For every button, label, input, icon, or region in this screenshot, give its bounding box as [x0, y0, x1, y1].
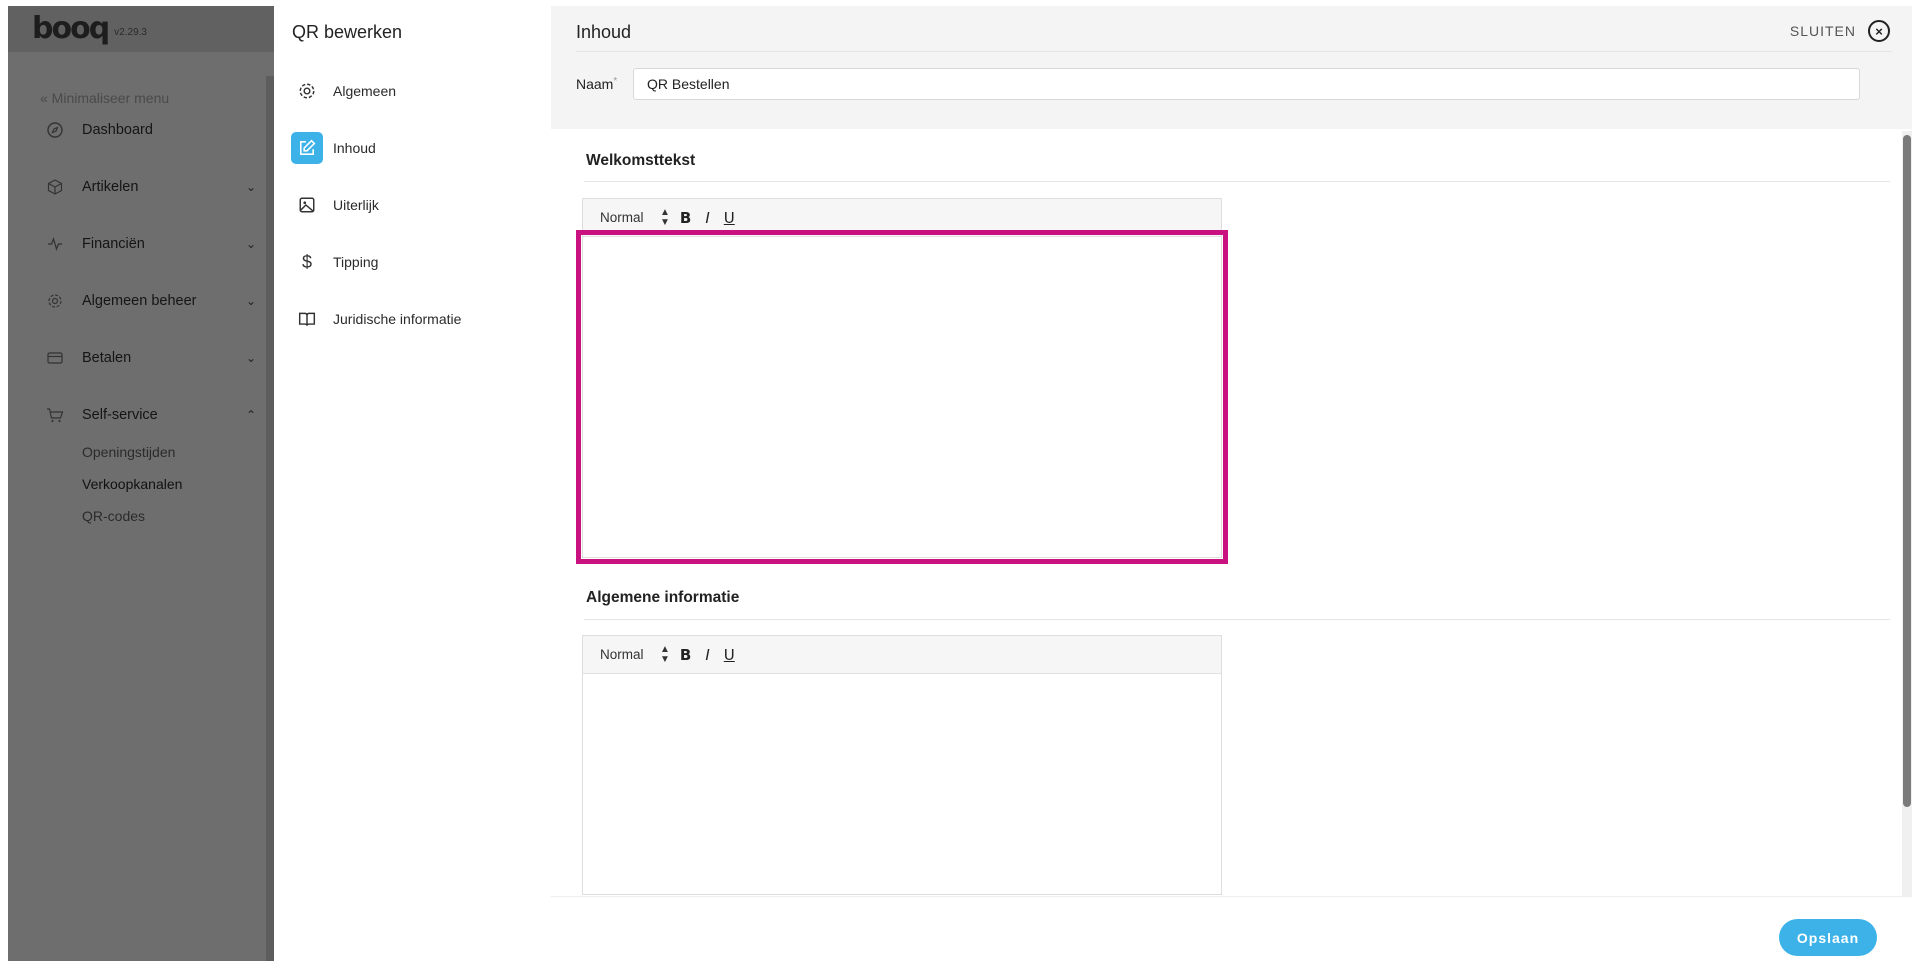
chevron-up-icon: ⌃	[245, 408, 256, 422]
section-title-welkomsttekst: Welkomsttekst	[586, 152, 696, 169]
edit-nav-label: Juridische informatie	[333, 311, 462, 327]
algemene-informatie-text-area[interactable]	[583, 674, 1221, 894]
divider	[576, 51, 1892, 52]
sidebar-item-financien[interactable]: Financiën ⌄	[46, 235, 256, 253]
edit-panel-title: QR bewerken	[292, 22, 403, 42]
welkomsttekst-editor: Normal ▲ ▼ B I U	[576, 198, 1228, 564]
name-input[interactable]	[633, 68, 1860, 100]
underline-button[interactable]: U	[724, 209, 735, 227]
edit-icon	[291, 132, 323, 164]
edit-nav-label: Inhoud	[333, 140, 376, 156]
sidebar-subitem-openingstijden[interactable]: Openingstijden	[82, 444, 175, 460]
select-arrows-icon: ▲ ▼	[660, 643, 670, 665]
required-mark: *	[613, 76, 618, 87]
scrollbar-thumb[interactable]	[1903, 135, 1911, 807]
name-label: Naam*	[576, 76, 617, 92]
italic-button[interactable]: I	[705, 646, 709, 664]
content-panel: Inhoud SLUITEN × Naam* Welkomsttekst Nor…	[551, 6, 1912, 961]
box-icon	[46, 178, 64, 196]
sidebar-item-dashboard[interactable]: Dashboard	[46, 121, 256, 139]
edit-nav-juridische-informatie[interactable]: Juridische informatie	[291, 303, 461, 335]
edit-nav-label: Algemeen	[333, 83, 397, 99]
sidebar-item-label: Dashboard	[82, 122, 153, 138]
sidebar-item-betalen[interactable]: Betalen ⌄	[46, 349, 256, 367]
edit-nav-label: Tipping	[333, 254, 379, 270]
sidebar-item-algemeen-beheer[interactable]: Algemeen beheer ⌄	[46, 292, 256, 310]
italic-button[interactable]: I	[705, 209, 709, 227]
content-header: Inhoud SLUITEN × Naam*	[551, 6, 1912, 129]
section-title-algemene-informatie: Algemene informatie	[586, 589, 740, 606]
edit-panel: QR bewerken Algemeen Inhoud Uiterlijk $ …	[275, 6, 551, 961]
chevron-down-icon: ⌄	[245, 294, 256, 308]
close-button[interactable]: SLUITEN ×	[1790, 20, 1890, 42]
format-select[interactable]: Normal	[600, 647, 660, 662]
cart-icon	[46, 406, 64, 424]
name-label-text: Naam	[576, 76, 614, 92]
edit-nav-inhoud[interactable]: Inhoud	[291, 132, 376, 164]
bold-button[interactable]: B	[680, 209, 691, 227]
app-version: v2.29.3	[114, 26, 147, 38]
minimize-menu-link[interactable]: « Minimaliseer menu	[40, 90, 169, 106]
chevron-down-icon: ⌄	[245, 351, 256, 365]
image-icon	[291, 189, 323, 221]
welkomsttekst-text-area[interactable]	[576, 230, 1228, 564]
screen: booq v2.29.3 « Minimaliseer menu Dashboa…	[0, 0, 1912, 961]
gear-icon	[291, 75, 323, 107]
book-icon	[291, 303, 323, 335]
edit-nav-tipping[interactable]: $ Tipping	[291, 246, 378, 278]
app-sidebar-header: booq v2.29.3	[8, 6, 274, 52]
chevron-down-icon: ⌄	[245, 180, 256, 194]
format-select[interactable]: Normal	[600, 210, 660, 225]
booq-logo[interactable]: booq	[32, 14, 110, 44]
gear-icon	[46, 292, 64, 310]
close-icon: ×	[1868, 20, 1890, 42]
credit-card-icon	[46, 349, 64, 367]
bold-button[interactable]: B	[680, 646, 691, 664]
dollar-icon: $	[301, 251, 312, 272]
sidebar-item-self-service[interactable]: Self-service ⌃	[46, 406, 256, 424]
algemene-informatie-editor: Normal ▲ ▼ B I U	[582, 635, 1222, 895]
sidebar-item-label: Artikelen	[82, 179, 139, 195]
activity-icon	[46, 235, 64, 253]
content-scrollbar[interactable]	[1902, 131, 1912, 901]
sidebar-item-artikelen[interactable]: Artikelen ⌄	[46, 178, 256, 196]
underline-button[interactable]: U	[724, 646, 735, 664]
save-button[interactable]: Opslaan	[1779, 919, 1877, 956]
edit-nav-algemeen[interactable]: Algemeen	[291, 75, 396, 107]
compass-icon	[46, 121, 64, 139]
sidebar-item-label: Betalen	[82, 350, 132, 366]
select-arrows-icon: ▲ ▼	[660, 206, 670, 228]
editor-toolbar: Normal ▲ ▼ B I U	[583, 636, 1221, 674]
sidebar-subitem-verkoopkanalen[interactable]: Verkoopkanalen	[82, 476, 182, 492]
sidebar-subitem-qr-codes[interactable]: QR-codes	[82, 508, 145, 524]
chevron-down-icon: ⌄	[245, 237, 256, 251]
sidebar-item-label: Algemeen beheer	[82, 293, 197, 309]
divider	[584, 619, 1890, 620]
content-footer: Opslaan	[551, 896, 1912, 961]
app-sidebar: booq v2.29.3 « Minimaliseer menu Dashboa…	[8, 6, 274, 961]
sidebar-scrollbar[interactable]	[266, 76, 274, 961]
editor-toolbar: Normal ▲ ▼ B I U	[583, 199, 1221, 237]
divider	[584, 181, 1890, 182]
edit-nav-uiterlijk[interactable]: Uiterlijk	[291, 189, 379, 221]
edit-nav-label: Uiterlijk	[333, 197, 379, 213]
page-title: Inhoud	[576, 22, 632, 42]
sidebar-item-label: Self-service	[82, 407, 158, 423]
close-label: SLUITEN	[1789, 23, 1856, 39]
sidebar-item-label: Financiën	[82, 236, 145, 252]
